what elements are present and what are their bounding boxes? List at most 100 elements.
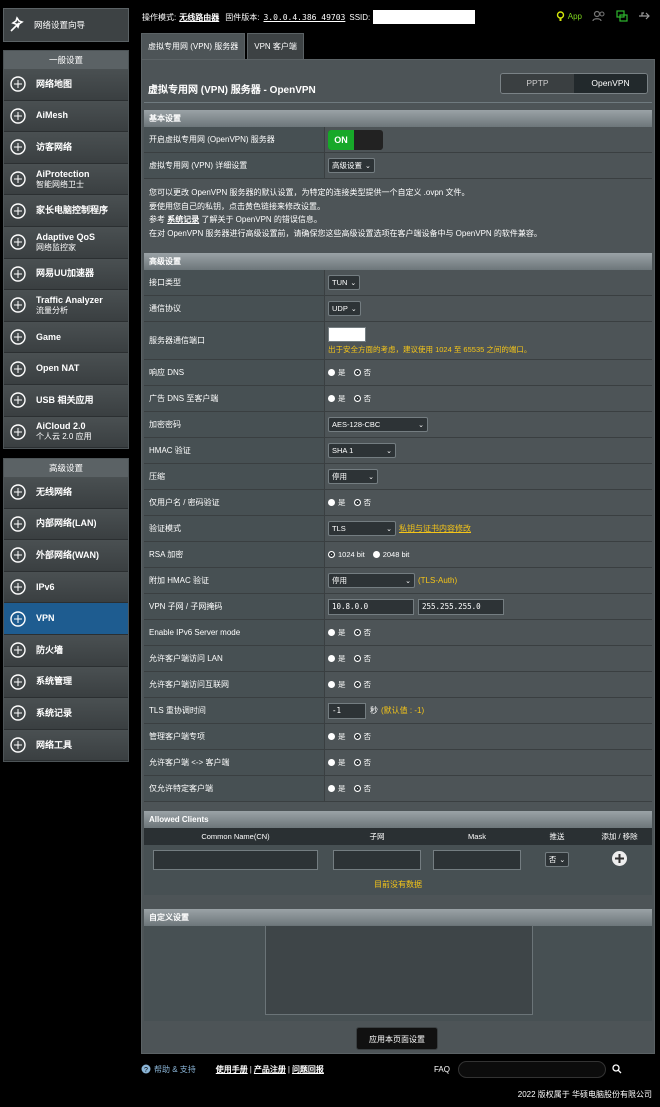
manage-client-options-yes[interactable]: 是 [328,731,346,742]
sidebar-item-vpn[interactable]: VPN [4,603,128,635]
sidebar-item-traffic-analyzer[interactable]: Traffic Analyzer 流量分析 [4,290,128,322]
chevron-down-icon: ⌄ [368,473,374,481]
chevron-down-icon: ⌄ [386,447,392,455]
client-internet-access-no[interactable]: 否 [353,679,371,690]
clients-table-header: Common Name(CN) 子网 Mask 推送 添加 / 移除 [144,828,652,845]
col-subnet: 子网 [369,832,385,841]
sidebar-item-usb[interactable]: USB 相关应用 [4,384,128,417]
app-link[interactable]: App [556,10,582,22]
sidebar-item-wan[interactable]: 外部网络(WAN) [4,540,128,572]
tls-reneg-input[interactable]: -1 [328,702,366,719]
interface-select[interactable]: TUN ⌄ [328,275,361,290]
client-to-client-yes[interactable]: 是 [328,757,346,768]
sidebar-item-aimesh[interactable]: AiMesh [4,100,128,133]
tls-auth-select[interactable]: 停用 ⌄ [328,573,415,588]
enable-row: 开启虚拟专用网 (OpenVPN) 服务器 ON [144,127,652,153]
client-lan-access-yes[interactable]: 是 [328,653,346,664]
sidebar-item-administration[interactable]: 系统管理 [4,666,128,699]
response-dns-no[interactable]: 否 [353,367,371,378]
client-lan-access-no[interactable]: 否 [353,653,371,664]
search-icon[interactable] [612,1064,622,1074]
tls-auth-select-value: 停用 [332,576,347,585]
advertise-dns-no[interactable]: 否 [353,393,371,404]
radio-icon [328,785,335,792]
sidebar-item-label: 网络地图 [36,78,73,89]
sidebar-item-uu-booster[interactable]: 网易UU加速器 [4,258,128,291]
port-input[interactable] [328,326,366,342]
auth-mode-select[interactable]: TLS ⌄ [328,521,396,536]
advertise-dns-yes[interactable]: 是 [328,393,346,404]
client-internet-access-yes[interactable]: 是 [328,679,346,690]
qis-button[interactable]: 网络设置向导 [3,8,129,42]
sidebar-item-network-tools[interactable]: 网络工具 [4,729,128,762]
subnet-mask-input[interactable]: 255.255.255.0 [418,598,504,615]
sidebar-item-lan[interactable]: 内部网络(LAN) [4,508,128,541]
userpass-label: 仅用户名 / 密码验证 [149,498,220,507]
feedback-link[interactable]: 问题回报 [292,1064,324,1075]
add-client-icon[interactable] [611,850,628,867]
mask-input[interactable] [433,849,521,870]
tab-vpn-client[interactable]: VPN 客户端 [247,33,304,59]
protocol-select[interactable]: UDP ⌄ [328,301,361,316]
manage-client-options-no[interactable]: 否 [353,731,371,742]
sidebar-item-parental-controls[interactable]: 家长电脑控制程序 [4,195,128,227]
rsa-2048[interactable]: 2048 bit [372,550,409,559]
openvpn-option[interactable]: OpenVPN [574,74,647,93]
sidebar-item-aicloud[interactable]: AiCloud 2.0 个人云 2.0 应用 [4,416,128,449]
sidebar-item-network-map[interactable]: 网络地图 [4,69,128,101]
rsa-1024[interactable]: 1024 bit [328,550,365,559]
network-tools-icon [8,735,28,755]
custom-config-textarea[interactable] [265,925,533,1015]
tls-unit: 秒 [370,706,378,715]
ipv6-server-no[interactable]: 否 [353,627,371,638]
client-to-client-no[interactable]: 否 [353,757,371,768]
chevron-down-icon: ⌄ [350,279,357,287]
svg-text:?: ? [144,1067,148,1074]
manual-link[interactable]: 使用手册 [216,1064,248,1075]
cn-input[interactable] [153,849,318,870]
custom-settings: 自定义设置 [144,909,652,1021]
sidebar-item-game[interactable]: Game [4,321,128,354]
firmware-link[interactable]: 3.0.0.4.386_49703 [263,13,345,22]
compression-select[interactable]: 停用 ⌄ [328,469,378,484]
sidebar-item-open-nat[interactable]: Open NAT [4,353,128,385]
network-status-icon[interactable] [616,10,628,22]
sidebar-item-wireless[interactable]: 无线网络 [4,477,128,509]
username-auth-yes[interactable]: 是 [328,497,346,508]
key-cert-link[interactable]: 私钥与证书内容修改 [399,523,471,534]
help-support[interactable]: ? 帮助 & 支持 [141,1064,196,1075]
usb-status-icon[interactable] [638,11,652,21]
pptp-option[interactable]: PPTP [501,74,574,93]
specific-clients-only-yes-label: 是 [338,784,346,793]
tab-vpn-server[interactable]: 虚拟专用网 (VPN) 服务器 [141,33,246,59]
no-data-text: 目前没有数据 [144,874,652,895]
mode-link[interactable]: 无线路由器 [179,12,219,23]
hmac-select-value: SHA 1 [332,446,354,455]
specific-clients-only-no[interactable]: 否 [353,783,371,794]
detail-select[interactable]: 高级设置 ⌄ [328,158,375,173]
username-auth-no[interactable]: 否 [353,497,371,508]
hmac-select[interactable]: SHA 1 ⌄ [328,443,396,458]
ssid-value[interactable] [373,10,476,24]
system-log-link[interactable]: 系统记录 [167,215,199,224]
specific-clients-only-yes[interactable]: 是 [328,783,346,794]
sidebar-item-qos[interactable]: Adaptive QoS 网络监控家 [4,226,128,259]
ipv6-server-yes[interactable]: 是 [328,627,346,638]
subnet-ip-input[interactable]: 10.8.0.0 [328,598,414,615]
enable-toggle[interactable]: ON [328,129,383,150]
registration-link[interactable]: 产品注册 [254,1064,286,1075]
sidebar-item-aiprotection[interactable]: AiProtection 智能网络卫士 [4,163,128,196]
push-select[interactable]: 否 ⌄ [544,852,570,867]
apply-button[interactable]: 应用本页面设置 [356,1027,438,1050]
note-3a: 参考 [149,215,168,224]
response-dns-yes[interactable]: 是 [328,367,346,378]
radio-icon [328,759,335,766]
subnet-input[interactable] [333,849,421,870]
cipher-select[interactable]: AES-128-CBC ⌄ [328,417,428,432]
sidebar-item-system-log[interactable]: 系统记录 [4,698,128,730]
sidebar-item-ipv6[interactable]: IPv6 [4,571,128,604]
sidebar-item-guest-network[interactable]: 访客网络 [4,132,128,164]
clients-icon[interactable] [592,10,606,22]
sidebar-item-firewall[interactable]: 防火墙 [4,634,128,667]
faq-search-input[interactable] [457,1060,606,1078]
